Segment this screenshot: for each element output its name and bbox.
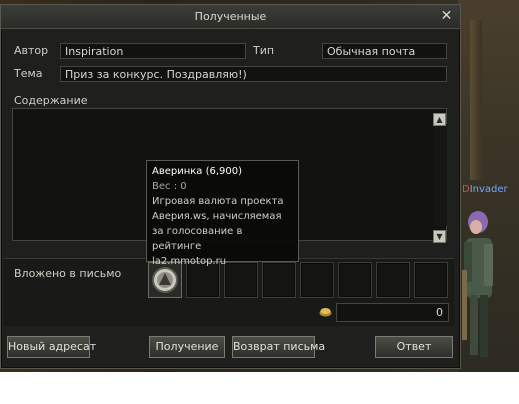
type-field: Обычная почта [322, 43, 447, 59]
arrow-down-icon[interactable]: ▼ [433, 230, 446, 243]
attachment-slot-8[interactable] [414, 262, 448, 298]
player-character[interactable] [458, 200, 498, 365]
subject-field: Приз за конкурс. Поздравляю!) [60, 66, 447, 82]
scene-pillar [470, 20, 482, 180]
attachment-slot-6[interactable] [338, 262, 372, 298]
close-icon[interactable]: ✕ [439, 9, 454, 24]
tooltip-description-line: Аверия.ws, начисляемая [152, 211, 282, 222]
tooltip-title: Аверинка (6,900) [152, 166, 243, 177]
item-tooltip: Аверинка (6,900) Вес : 0 Игровая валюта … [146, 160, 299, 267]
tooltip-description-line: за голосование в рейтинге [152, 226, 243, 252]
content-label: Содержание [14, 94, 88, 107]
character-name: Invader [469, 184, 508, 195]
reply-button[interactable]: Ответ [375, 336, 453, 358]
attachment-slot-5[interactable] [300, 262, 334, 298]
author-field: Inspiration [60, 43, 246, 59]
subject-label: Тема [14, 67, 43, 80]
tooltip-weight: Вес : 0 [152, 181, 187, 192]
content-scrollbar[interactable] [434, 124, 447, 226]
type-label: Тип [253, 44, 275, 57]
attachments-label: Вложено в письмо [14, 267, 122, 280]
window-titlebar[interactable]: Полученные ✕ [1, 5, 460, 29]
adena-amount-field[interactable]: 0 [336, 303, 449, 322]
new-recipient-button[interactable]: Новый адресат [7, 336, 96, 358]
tooltip-description-line: Игровая валюта проекта [152, 196, 284, 207]
window-title: Полученные [194, 10, 267, 23]
author-label: Автор [14, 44, 49, 57]
receive-button[interactable]: Получение [149, 336, 225, 358]
attachment-slot-7[interactable] [376, 262, 410, 298]
return-mail-button[interactable]: Возврат письма [232, 336, 325, 358]
arrow-up-icon[interactable]: ▲ [433, 113, 446, 126]
adena-icon [319, 308, 332, 317]
character-nameplate: DInvader [462, 184, 508, 195]
tooltip-description-line: la2.mmotop.ru [152, 256, 227, 267]
